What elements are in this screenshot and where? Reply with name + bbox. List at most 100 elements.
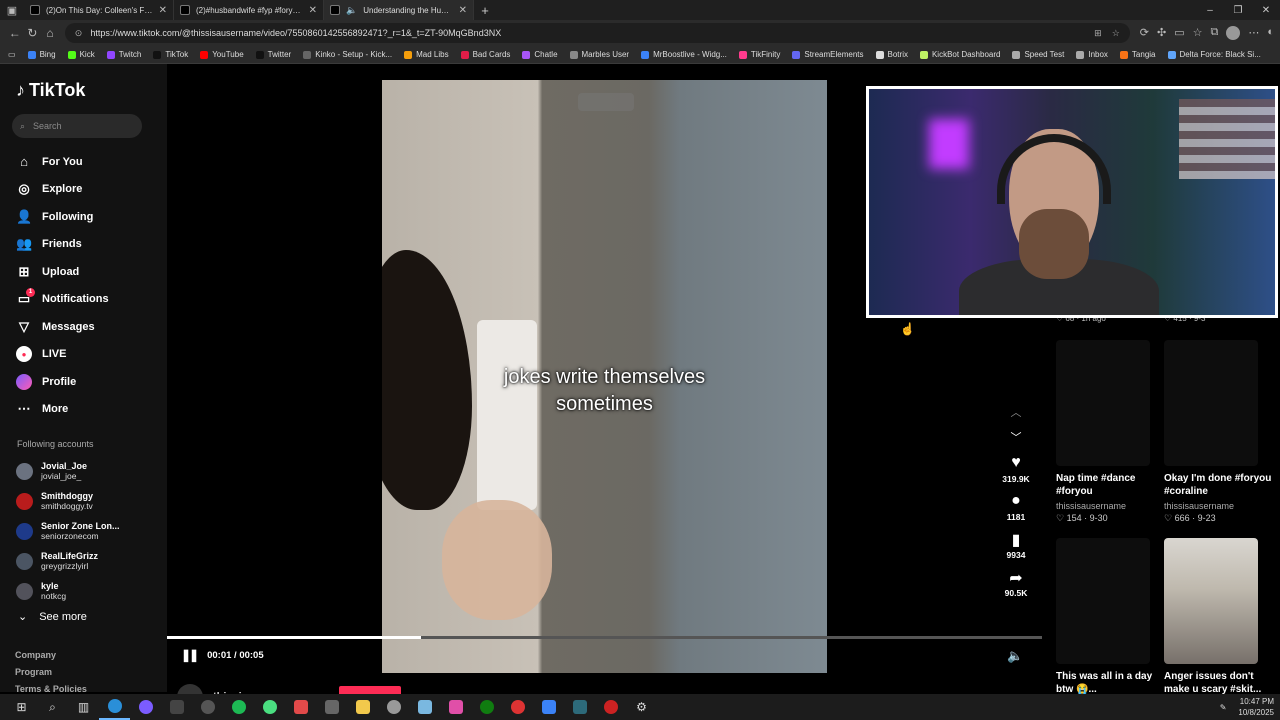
next-video-icon[interactable]: ﹀ — [1011, 429, 1022, 454]
bookmark-item[interactable]: KickBot Dashboard — [919, 50, 1000, 59]
close-window-icon[interactable]: ✕ — [1252, 5, 1280, 16]
bookmark-item[interactable]: TikFinity — [738, 50, 780, 59]
favorites-icon[interactable]: ☆ — [1193, 26, 1203, 40]
app-icon[interactable] — [440, 694, 471, 720]
nav-item-notifications[interactable]: ▭ 1 Notifications — [16, 286, 109, 314]
bookmark-item[interactable]: Delta Force: Black Si... — [1167, 50, 1261, 59]
search-icon[interactable]: ⌕ — [37, 694, 68, 720]
bookmark-item[interactable]: StreamElements — [792, 50, 864, 59]
bookmark-item[interactable]: Botrix — [875, 50, 908, 59]
site-info-icon[interactable]: ⊙ — [75, 28, 83, 39]
new-tab-button[interactable]: + — [474, 3, 496, 18]
related-thumbnail[interactable] — [1164, 538, 1258, 664]
bookmark-item[interactable]: MrBoostlive - Widg... — [641, 50, 727, 59]
nav-item-live[interactable]: ● LIVE — [16, 341, 109, 369]
refresh-icon[interactable]: ↻ — [24, 26, 42, 40]
app-icon[interactable] — [285, 694, 316, 720]
bookmark-item[interactable]: Kick — [67, 50, 95, 59]
settings-more-icon[interactable]: ⋯ — [1248, 26, 1259, 40]
bookmark-item[interactable]: Chatle — [522, 50, 558, 59]
nav-item-explore[interactable]: ◎ Explore — [16, 176, 109, 204]
xbox-icon[interactable] — [471, 694, 502, 720]
bookmark-item[interactable]: Inbox — [1076, 50, 1108, 59]
app-icon[interactable] — [409, 694, 440, 720]
copilot-icon[interactable]: ◐ — [1267, 26, 1274, 40]
related-thumbnail[interactable] — [1164, 340, 1258, 466]
minimize-icon[interactable]: – — [1196, 5, 1224, 16]
bookmark-item[interactable]: Marbles User — [569, 50, 629, 59]
bookmark-item[interactable]: Tangia — [1119, 50, 1156, 59]
previous-video-icon[interactable]: ︿ — [1011, 404, 1022, 429]
home-icon[interactable]: ⌂ — [41, 26, 59, 40]
following-account[interactable]: kyle notkcg — [16, 576, 120, 606]
following-account[interactable]: Smithdoggy smithdoggy.tv — [16, 486, 120, 516]
file-explorer-icon[interactable] — [347, 694, 378, 720]
related-title[interactable]: This was all in a day btw 😭... — [1056, 670, 1166, 696]
bookmark-item[interactable]: Speed Test — [1012, 50, 1064, 59]
nav-item-profile[interactable]: Profile — [16, 368, 109, 396]
app-available-icon[interactable]: ⊞ — [1094, 28, 1102, 39]
following-account[interactable]: Senior Zone Lon... seniorzonecom — [16, 516, 120, 546]
related-title[interactable]: Anger issues don't make u scary #skit... — [1164, 670, 1274, 696]
tiktok-logo[interactable]: ♪ TikTok — [16, 80, 85, 101]
nav-item-following[interactable]: 👤 Following — [16, 203, 109, 231]
profile-avatar[interactable] — [1226, 26, 1241, 40]
nav-item-messages[interactable]: ▽ Messages — [16, 313, 109, 341]
related-thumbnail[interactable] — [1056, 340, 1150, 466]
obs-icon[interactable] — [130, 694, 161, 720]
video-player[interactable]: jokes write themselves sometimes — [382, 80, 827, 673]
video-progress-bar[interactable] — [167, 636, 1042, 639]
app-icon[interactable] — [378, 694, 409, 720]
save-button[interactable]: ▮ 9934 — [1007, 530, 1026, 560]
nav-item-upload[interactable]: ⊞ Upload — [16, 258, 109, 286]
url-input[interactable]: ⊙ https://www.tiktok.com/@thissisauserna… — [64, 23, 1130, 43]
settings-icon[interactable]: ⚙ — [626, 694, 657, 720]
related-user[interactable]: thissisausername — [1164, 501, 1234, 511]
browser-tab-2[interactable]: (2)#husbandwife #fyp #foryoupage... ✕ — [174, 0, 324, 20]
see-more-button[interactable]: ⌄ See more — [18, 610, 87, 624]
footer-link-company[interactable]: Company — [15, 650, 87, 667]
related-user[interactable]: thissisausername — [1056, 501, 1126, 511]
start-icon[interactable]: ⊞ — [6, 694, 37, 720]
task-view-icon[interactable]: ▥ — [68, 694, 99, 720]
apps-icon[interactable]: ▭ — [8, 50, 16, 59]
following-account[interactable]: Jovial_Joe jovial_joe_ — [16, 456, 120, 486]
bookmark-item[interactable]: Mad Libs — [404, 50, 449, 59]
share-button[interactable]: ➦ 90.5K — [1005, 568, 1028, 598]
bookmark-item[interactable]: Kinko - Setup - Kick... — [303, 50, 392, 59]
pen-icon[interactable]: ✎ — [1220, 703, 1227, 712]
app-icon[interactable] — [502, 694, 533, 720]
speaker-icon[interactable]: 🔈 — [346, 5, 357, 16]
app-icon[interactable] — [595, 694, 626, 720]
edge-icon[interactable] — [99, 694, 130, 720]
bookmark-item[interactable]: Bing — [27, 50, 56, 59]
favorite-star-icon[interactable]: ☆ — [1112, 28, 1120, 39]
nav-item-friends[interactable]: 👥 Friends — [16, 231, 109, 259]
nav-item-more[interactable]: ⋯ More — [16, 396, 109, 424]
app-icon[interactable] — [192, 694, 223, 720]
like-button[interactable]: ♥ 319.9K — [1002, 454, 1029, 484]
volume-icon[interactable]: 🔈 — [1007, 648, 1023, 664]
extensions-icon[interactable]: ⟳ — [1140, 26, 1149, 40]
pause-icon[interactable]: ❚❚ — [181, 648, 199, 662]
app-icon[interactable] — [533, 694, 564, 720]
close-tab-icon[interactable]: ✕ — [459, 5, 467, 16]
related-title[interactable]: Nap time #dance #foryou — [1056, 472, 1166, 498]
bookmark-item[interactable]: TikTok — [153, 50, 188, 59]
puzzle-icon[interactable]: ✣ — [1157, 26, 1166, 40]
back-icon[interactable]: ← — [6, 26, 24, 40]
clock[interactable]: 10:47 PM 10/8/2025 — [1238, 696, 1274, 718]
app-icon[interactable] — [161, 694, 192, 720]
app-icon[interactable] — [254, 694, 285, 720]
close-tab-icon[interactable]: ✕ — [159, 5, 167, 16]
comment-button[interactable]: ● 1181 — [1007, 492, 1025, 522]
split-screen-icon[interactable]: ▭ — [1174, 26, 1184, 40]
related-title[interactable]: Okay I'm done #foryou #coraline — [1164, 472, 1274, 498]
bookmark-item[interactable]: Twitch — [106, 50, 141, 59]
bookmark-item[interactable]: YouTube — [200, 50, 244, 59]
close-tab-icon[interactable]: ✕ — [309, 5, 317, 16]
following-account[interactable]: RealLifeGrizz greygrizzlyirl — [16, 546, 120, 576]
search-input[interactable]: ⌕ Search — [12, 114, 142, 138]
browser-tab-3[interactable]: 🔈 Understanding the Humor B... ✕ — [324, 0, 474, 20]
bookmark-item[interactable]: Twitter — [255, 50, 291, 59]
